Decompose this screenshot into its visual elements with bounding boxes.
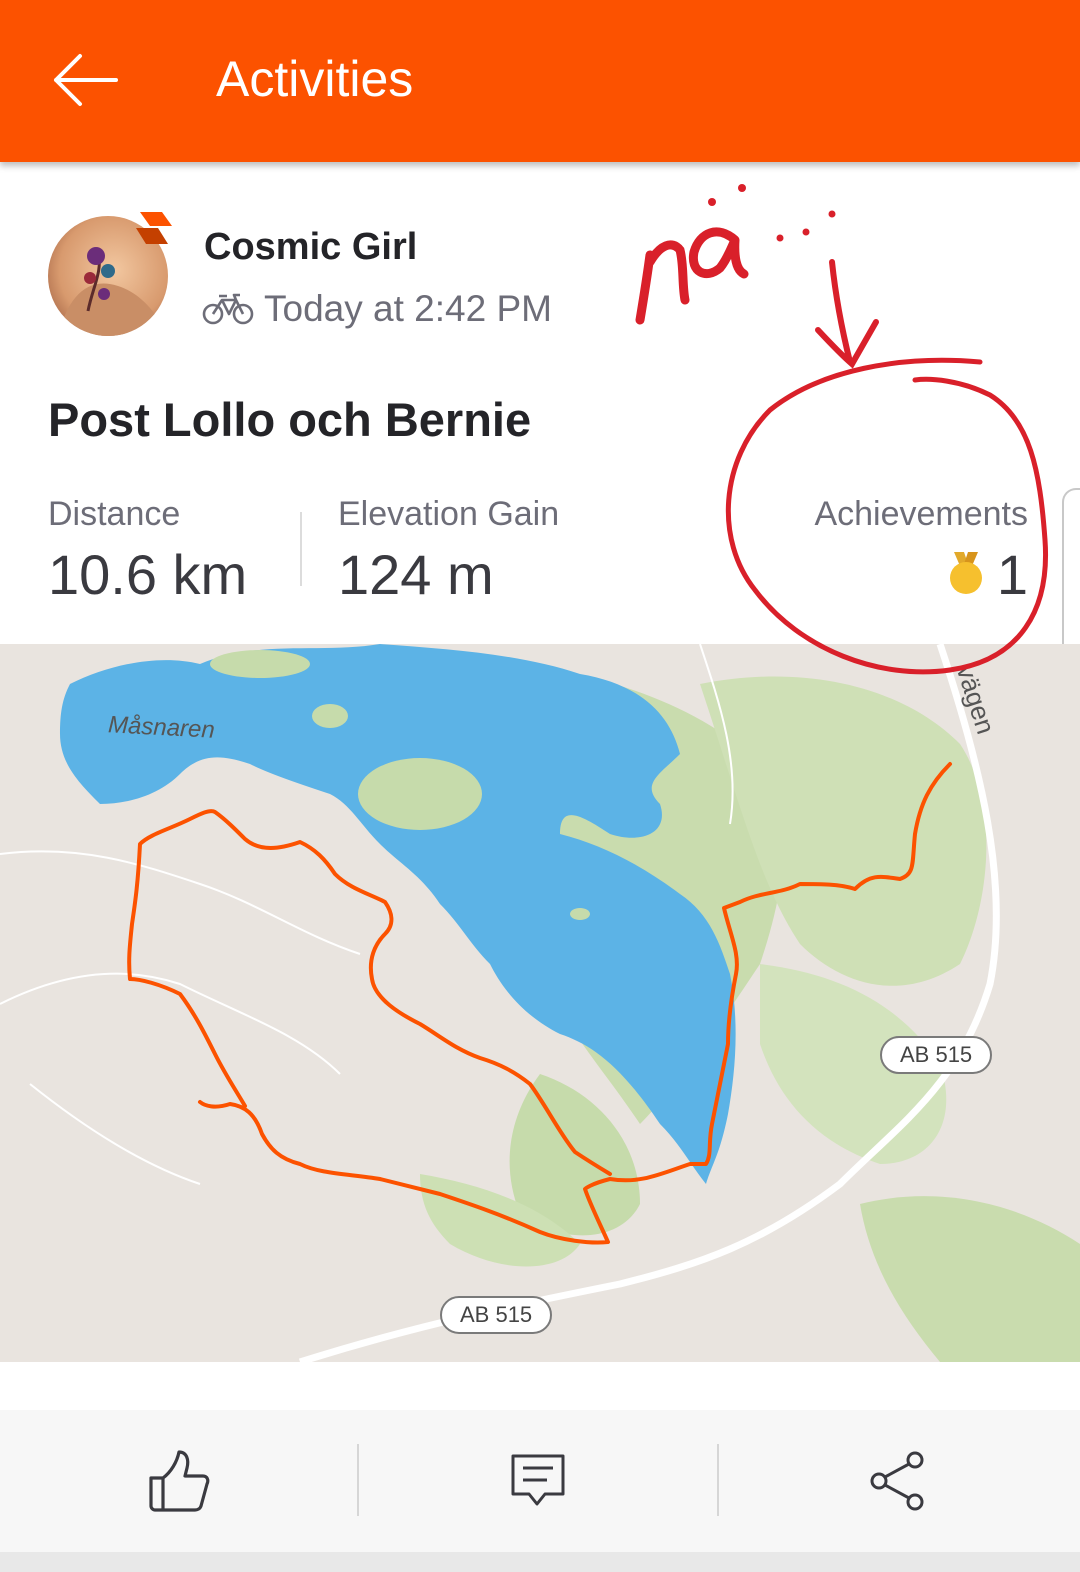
route-map[interactable]: Måsnaren vägen AB 515 AB 515 <box>0 644 1080 1362</box>
distance-value: 10.6 km <box>48 543 248 606</box>
elevation-label: Elevation Gain <box>338 495 560 533</box>
medal-icon <box>950 552 982 594</box>
comment-icon <box>511 1454 565 1506</box>
subscriber-badge-icon <box>136 212 172 244</box>
app-bar: Activities <box>0 0 1080 162</box>
page-title: Activities <box>216 51 414 107</box>
activity-card[interactable]: Cosmic Girl Today at 2:42 PM Post Lollo … <box>0 162 1080 642</box>
thumbs-up-icon <box>149 1450 210 1512</box>
next-card-edge <box>0 1552 1080 1572</box>
stat-divider <box>300 512 302 586</box>
share-button[interactable] <box>719 1410 1077 1552</box>
kudos-button[interactable] <box>0 1410 358 1552</box>
achievements-value: 1 <box>996 543 1028 606</box>
activity-title[interactable]: Post Lollo och Bernie <box>48 392 531 447</box>
achievements-label: Achievements <box>814 495 1028 533</box>
action-bar <box>0 1410 1080 1552</box>
share-icon <box>870 1451 924 1511</box>
elevation-value: 124 m <box>338 543 494 606</box>
athlete-name[interactable]: Cosmic Girl <box>204 226 417 269</box>
activity-timestamp: Today at 2:42 PM <box>264 288 552 329</box>
lake-label: Måsnaren <box>107 711 216 744</box>
arrow-left-icon <box>54 54 118 106</box>
bike-icon <box>202 293 254 325</box>
road-badge: AB 515 <box>880 1036 993 1074</box>
back-button[interactable] <box>40 40 130 120</box>
road-badge: AB 515 <box>440 1296 553 1334</box>
comment-button[interactable] <box>359 1410 717 1552</box>
distance-label: Distance <box>48 495 181 533</box>
map-canvas <box>0 644 1080 1362</box>
